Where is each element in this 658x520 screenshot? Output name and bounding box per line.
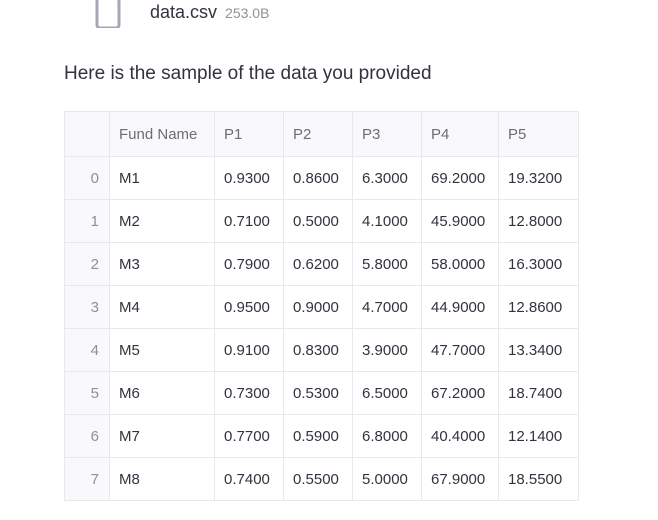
cell-fund-name[interactable]: M1 <box>109 156 215 200</box>
intro-text: Here is the sample of the data you provi… <box>64 63 432 84</box>
index-header <box>64 111 110 157</box>
file-icon <box>95 0 121 28</box>
cell-p3[interactable]: 6.3000 <box>352 156 422 200</box>
cell-p2[interactable]: 0.5900 <box>283 414 353 458</box>
row-index: 1 <box>64 199 110 243</box>
cell-fund-name[interactable]: M7 <box>109 414 215 458</box>
cell-p5[interactable]: 12.1400 <box>498 414 579 458</box>
row-index: 6 <box>64 414 110 458</box>
row-index: 3 <box>64 285 110 329</box>
cell-p5[interactable]: 12.8000 <box>498 199 579 243</box>
cell-p5[interactable]: 12.8600 <box>498 285 579 329</box>
cell-p3[interactable]: 5.0000 <box>352 457 422 501</box>
cell-p4[interactable]: 47.7000 <box>421 328 499 372</box>
row-index: 4 <box>64 328 110 372</box>
cell-p1[interactable]: 0.9500 <box>214 285 284 329</box>
file-size: 253.0B <box>225 5 270 21</box>
cell-p4[interactable]: 40.4000 <box>421 414 499 458</box>
cell-p4[interactable]: 69.2000 <box>421 156 499 200</box>
table-row: 3 M4 0.9500 0.9000 4.7000 44.9000 12.860… <box>64 285 579 329</box>
table-row: 2 M3 0.7900 0.6200 5.8000 58.0000 16.300… <box>64 242 579 286</box>
cell-fund-name[interactable]: M4 <box>109 285 215 329</box>
table-row: 1 M2 0.7100 0.5000 4.1000 45.9000 12.800… <box>64 199 579 243</box>
cell-fund-name[interactable]: M2 <box>109 199 215 243</box>
table-row: 4 M5 0.9100 0.8300 3.9000 47.7000 13.340… <box>64 328 579 372</box>
uploaded-file[interactable]: data.csv 253.0B <box>94 0 269 28</box>
cell-p3[interactable]: 5.8000 <box>352 242 422 286</box>
row-index: 7 <box>64 457 110 501</box>
cell-fund-name[interactable]: M8 <box>109 457 215 501</box>
cell-p2[interactable]: 0.8300 <box>283 328 353 372</box>
cell-p3[interactable]: 6.5000 <box>352 371 422 415</box>
cell-p4[interactable]: 44.9000 <box>421 285 499 329</box>
row-index: 2 <box>64 242 110 286</box>
cell-p4[interactable]: 58.0000 <box>421 242 499 286</box>
cell-p1[interactable]: 0.7400 <box>214 457 284 501</box>
row-index: 0 <box>64 156 110 200</box>
cell-p1[interactable]: 0.7100 <box>214 199 284 243</box>
cell-p5[interactable]: 13.3400 <box>498 328 579 372</box>
cell-p1[interactable]: 0.7900 <box>214 242 284 286</box>
cell-fund-name[interactable]: M5 <box>109 328 215 372</box>
cell-p4[interactable]: 45.9000 <box>421 199 499 243</box>
cell-p4[interactable]: 67.2000 <box>421 371 499 415</box>
cell-p5[interactable]: 19.3200 <box>498 156 579 200</box>
cell-p3[interactable]: 4.7000 <box>352 285 422 329</box>
column-header-p3[interactable]: P3 <box>352 111 422 157</box>
cell-fund-name[interactable]: M6 <box>109 371 215 415</box>
cell-p2[interactable]: 0.5500 <box>283 457 353 501</box>
header-row: Fund Name P1 P2 P3 P4 P5 <box>64 111 579 157</box>
cell-p2[interactable]: 0.5300 <box>283 371 353 415</box>
cell-p2[interactable]: 0.9000 <box>283 285 353 329</box>
cell-p5[interactable]: 18.5500 <box>498 457 579 501</box>
data-table[interactable]: Fund Name P1 P2 P3 P4 P5 0 M1 0.9300 0.8… <box>64 111 579 501</box>
table-header: Fund Name P1 P2 P3 P4 P5 <box>64 111 579 157</box>
cell-p2[interactable]: 0.8600 <box>283 156 353 200</box>
row-index: 5 <box>64 371 110 415</box>
column-header-p4[interactable]: P4 <box>421 111 499 157</box>
column-header-p2[interactable]: P2 <box>283 111 353 157</box>
cell-p5[interactable]: 18.7400 <box>498 371 579 415</box>
cell-p1[interactable]: 0.9300 <box>214 156 284 200</box>
cell-p1[interactable]: 0.7700 <box>214 414 284 458</box>
cell-p2[interactable]: 0.6200 <box>283 242 353 286</box>
table-row: 5 M6 0.7300 0.5300 6.5000 67.2000 18.740… <box>64 371 579 415</box>
column-header-p1[interactable]: P1 <box>214 111 284 157</box>
cell-p5[interactable]: 16.3000 <box>498 242 579 286</box>
cell-p3[interactable]: 6.8000 <box>352 414 422 458</box>
cell-p1[interactable]: 0.7300 <box>214 371 284 415</box>
cell-p1[interactable]: 0.9100 <box>214 328 284 372</box>
table-row: 7 M8 0.7400 0.5500 5.0000 67.9000 18.550… <box>64 457 579 501</box>
column-header-fund-name[interactable]: Fund Name <box>109 111 215 157</box>
table-row: 0 M1 0.9300 0.8600 6.3000 69.2000 19.320… <box>64 156 579 200</box>
file-name: data.csv <box>150 1 218 22</box>
table-row: 6 M7 0.7700 0.5900 6.8000 40.4000 12.140… <box>64 414 579 458</box>
cell-p2[interactable]: 0.5000 <box>283 199 353 243</box>
cell-fund-name[interactable]: M3 <box>109 242 215 286</box>
cell-p3[interactable]: 4.1000 <box>352 199 422 243</box>
cell-p4[interactable]: 67.9000 <box>421 457 499 501</box>
column-header-p5[interactable]: P5 <box>498 111 579 157</box>
cell-p3[interactable]: 3.9000 <box>352 328 422 372</box>
table-body: 0 M1 0.9300 0.8600 6.3000 69.2000 19.320… <box>64 156 579 501</box>
